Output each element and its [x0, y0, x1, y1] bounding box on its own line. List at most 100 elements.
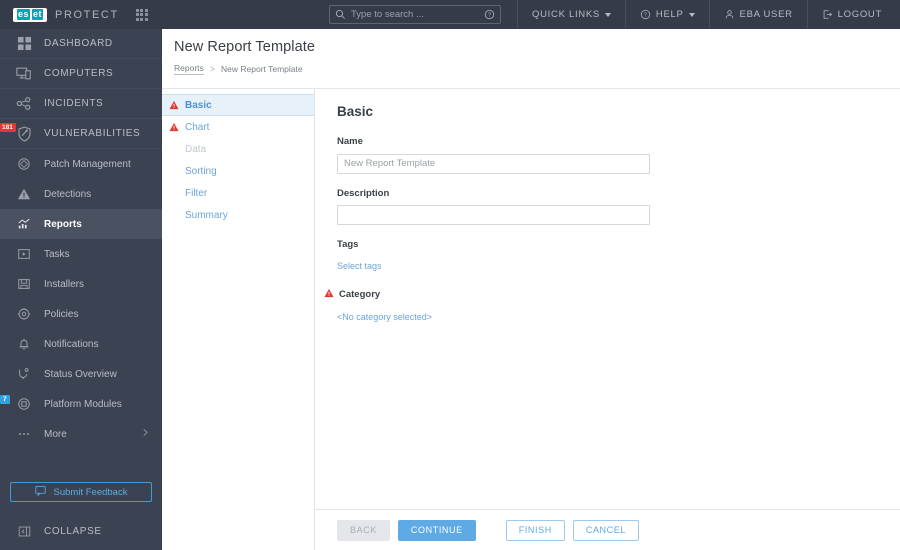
field-category: Category <No category selected>	[324, 288, 900, 325]
sidebar-item-computers[interactable]: COMPUTERS	[0, 59, 162, 89]
sidebar-item-label: Installers	[44, 278, 85, 290]
feedback-speech-icon	[34, 485, 46, 499]
sidebar-item-patch-management[interactable]: Patch Management	[0, 149, 162, 179]
wizard-steps: Basic Chart Data Sorting Filter Summary	[162, 89, 315, 550]
breadcrumb: Reports > New Report Template	[174, 63, 900, 75]
wizard-step-label: Filter	[185, 187, 208, 199]
section-title: Basic	[337, 104, 374, 119]
sidebar-item-label-platform: Platform Modules	[44, 398, 122, 410]
svg-text:?: ?	[644, 13, 648, 19]
category-label-row: Category	[324, 288, 900, 301]
field-name: Name	[337, 136, 900, 174]
more-dots-icon	[10, 427, 38, 441]
sidebar-item-detections[interactable]: Detections	[0, 179, 162, 209]
computers-icon	[10, 66, 38, 81]
help-label: HELP	[655, 9, 684, 20]
sidebar-item-more[interactable]: More	[0, 419, 162, 449]
warning-triangle-icon	[324, 288, 334, 301]
wizard-step-label: Chart	[185, 121, 210, 133]
description-input[interactable]	[337, 205, 650, 225]
submit-feedback-button[interactable]: Submit Feedback	[10, 482, 152, 502]
dashboard-grid-icon	[10, 36, 38, 51]
sidebar-item-incidents[interactable]: INCIDENTS	[0, 89, 162, 119]
sidebar-item-label: Notifications	[44, 338, 99, 350]
eset-logo-mark: es et	[13, 7, 48, 22]
top-bar: eset PROTECT ? QUICK LINKS	[0, 0, 900, 29]
chevron-down-icon	[604, 12, 611, 17]
logout-label: LOGOUT	[837, 9, 882, 20]
back-button: BACK	[337, 519, 390, 541]
sidebar-item-vulnerabilities[interactable]: 181 VULNERABILITIES	[0, 119, 162, 149]
sidebar-item-installers[interactable]: Installers	[0, 269, 162, 299]
sidebar-item-tasks[interactable]: Tasks	[0, 239, 162, 269]
policies-gear-icon	[10, 307, 38, 321]
sidebar-item-label: Detections	[44, 188, 92, 200]
status-overview-icon	[10, 367, 38, 381]
wizard-step-label: Data	[185, 143, 207, 155]
tasks-play-icon	[10, 247, 38, 261]
category-select-link[interactable]: <No category selected>	[337, 312, 432, 322]
wizard-step-label: Summary	[185, 209, 228, 221]
sidebar-item-policies[interactable]: Policies	[0, 299, 162, 329]
quick-links-label: QUICK LINKS	[532, 9, 600, 20]
sidebar-item-label: Policies	[44, 308, 79, 320]
platform-modules-badge: 7	[0, 395, 10, 405]
wizard-step-chart[interactable]: Chart	[162, 116, 314, 138]
help-menu[interactable]: ? HELP	[624, 0, 709, 29]
sidebar-item-label: INCIDENTS	[44, 98, 104, 109]
collapse-icon	[10, 525, 38, 538]
app-grid-icon[interactable]	[135, 8, 148, 21]
description-label: Description	[337, 187, 390, 199]
sidebar-bottom: Submit Feedback COLLAPSE	[0, 482, 162, 550]
cancel-button[interactable]: CANCEL	[572, 519, 639, 541]
breadcrumb-separator: >	[209, 64, 216, 74]
sidebar-item-dashboard[interactable]: DASHBOARD	[0, 29, 162, 59]
continue-button[interactable]: CONTINUE	[397, 519, 476, 541]
field-description: Description	[337, 187, 900, 225]
sidebar-item-notifications[interactable]: Notifications	[0, 329, 162, 359]
search-input[interactable]	[346, 9, 485, 20]
warning-triangle-icon	[166, 100, 182, 110]
user-label: EBA USER	[739, 9, 793, 20]
user-menu[interactable]: EBA USER	[708, 0, 807, 29]
vulnerabilities-badge: 181	[0, 123, 16, 133]
sidebar-item-reports[interactable]: Reports	[0, 209, 162, 239]
question-circle-icon: ?	[640, 9, 651, 20]
sidebar-item-label: COMPUTERS	[44, 68, 114, 79]
body-row: DASHBOARD COMPUTERS INCIDENTS 181 VULNER…	[0, 29, 900, 550]
select-tags-link[interactable]: Select tags	[337, 261, 382, 271]
chevron-right-icon	[141, 428, 150, 440]
wizard: Basic Chart Data Sorting Filter Summary …	[162, 88, 900, 550]
search-box[interactable]: ?	[329, 5, 502, 24]
wizard-step-sorting[interactable]: Sorting	[162, 160, 314, 182]
detections-warning-icon	[10, 187, 38, 201]
wizard-step-filter[interactable]: Filter	[162, 182, 314, 204]
svg-text:?: ?	[488, 13, 491, 19]
question-circle-icon[interactable]: ?	[484, 9, 495, 20]
wizard-step-basic[interactable]: Basic	[162, 94, 314, 116]
logout-icon	[823, 10, 832, 19]
sidebar-main-nav: DASHBOARD COMPUTERS INCIDENTS 181 VULNER…	[0, 29, 162, 149]
submit-feedback-label: Submit Feedback	[53, 486, 128, 498]
brand-logo[interactable]: es et PROTECT	[0, 7, 148, 22]
name-label: Name	[337, 136, 363, 147]
collapse-sidebar-button[interactable]: COLLAPSE	[0, 516, 162, 546]
finish-button[interactable]: FINISH	[505, 519, 565, 541]
sidebar-item-status-overview[interactable]: Status Overview	[0, 359, 162, 389]
breadcrumb-link-reports[interactable]: Reports	[174, 63, 204, 75]
sidebar-item-label: Reports	[44, 218, 82, 230]
category-label: Category	[339, 289, 381, 300]
wizard-step-label: Sorting	[185, 165, 217, 177]
sidebar-item-platform-modules[interactable]: 7 Platform Modules	[0, 389, 162, 419]
form-basic: Basic Name Description Tags Select tags	[315, 89, 900, 509]
sidebar-item-label: DASHBOARD	[44, 38, 113, 49]
sidebar-item-label: Status Overview	[44, 368, 117, 380]
field-tags: Tags Select tags	[337, 239, 900, 274]
logout-button[interactable]: LOGOUT	[806, 0, 900, 29]
wizard-step-label: Basic	[185, 99, 212, 111]
wizard-step-summary[interactable]: Summary	[162, 204, 314, 226]
content-area: New Report Template Reports > New Report…	[162, 29, 900, 550]
name-input[interactable]	[337, 153, 650, 174]
sidebar: DASHBOARD COMPUTERS INCIDENTS 181 VULNER…	[0, 29, 162, 550]
quick-links-menu[interactable]: QUICK LINKS	[517, 0, 625, 29]
